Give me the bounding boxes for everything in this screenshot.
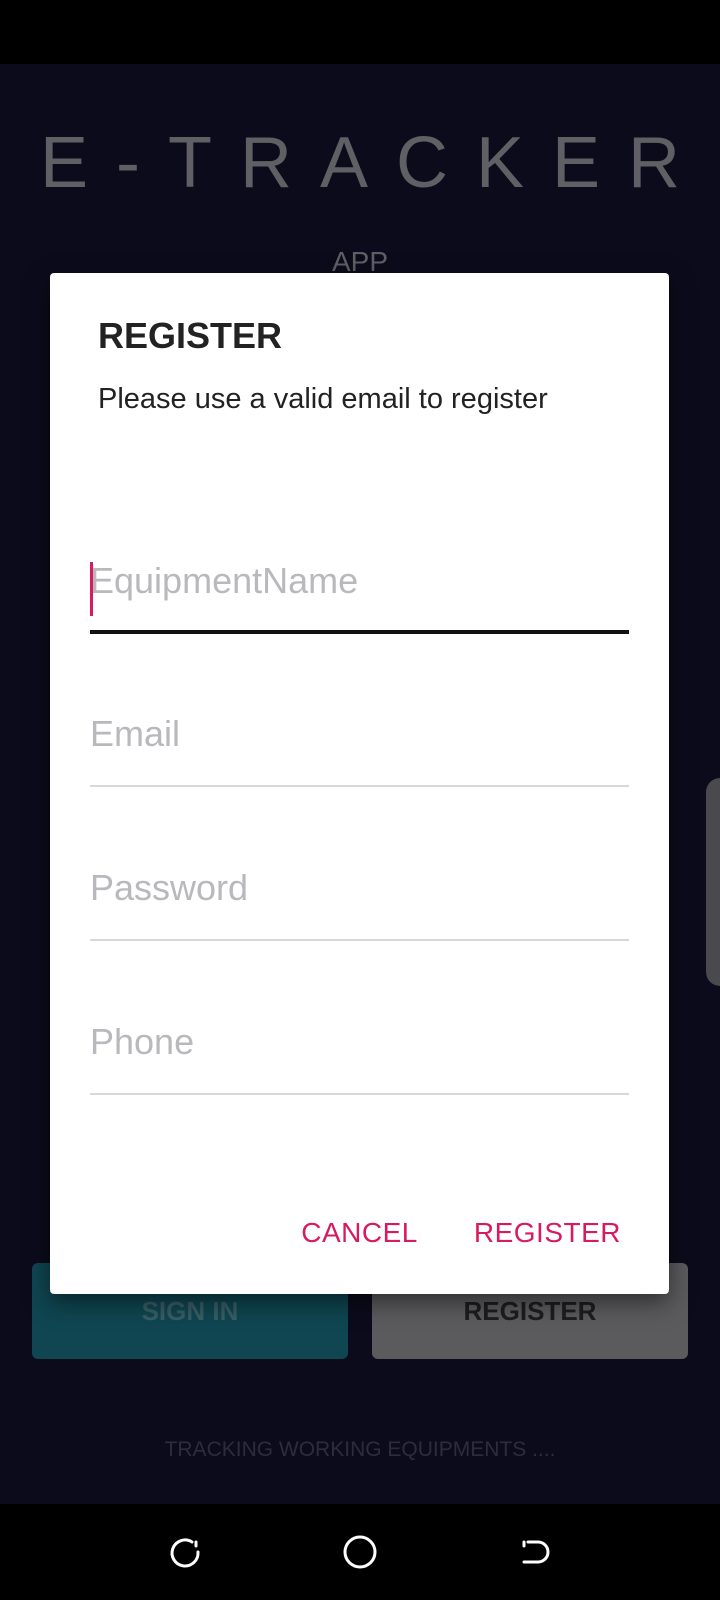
email-field-wrapper — [90, 691, 629, 787]
register-dialog: REGISTER Please use a valid email to reg… — [50, 273, 669, 1294]
equipment-name-underline — [90, 630, 629, 634]
home-icon[interactable] — [340, 1532, 380, 1572]
phone-underline — [90, 1093, 629, 1095]
email-input[interactable] — [90, 691, 629, 777]
phone-input[interactable] — [90, 999, 629, 1085]
navigation-bar — [0, 1504, 720, 1600]
phone-field-wrapper — [90, 999, 629, 1095]
recents-icon[interactable] — [166, 1532, 206, 1572]
password-underline — [90, 939, 629, 941]
edge-panel-handle[interactable] — [706, 778, 720, 986]
status-bar — [0, 0, 720, 64]
equipment-name-field-wrapper — [90, 538, 629, 634]
dialog-message: Please use a valid email to register — [98, 383, 548, 415]
register-button[interactable]: REGISTER — [464, 1209, 631, 1257]
password-input[interactable] — [90, 845, 629, 931]
tagline: TRACKING WORKING EQUIPMENTS .... — [164, 1438, 556, 1461]
text-cursor — [90, 562, 93, 616]
equipment-name-input[interactable] — [90, 538, 629, 624]
dialog-actions: CANCEL REGISTER — [291, 1209, 631, 1257]
app-title: E-TRACKER — [39, 123, 709, 203]
email-underline — [90, 785, 629, 787]
cancel-button[interactable]: CANCEL — [291, 1209, 428, 1257]
password-field-wrapper — [90, 845, 629, 941]
dialog-title: REGISTER — [98, 315, 283, 356]
back-icon[interactable] — [514, 1532, 554, 1572]
